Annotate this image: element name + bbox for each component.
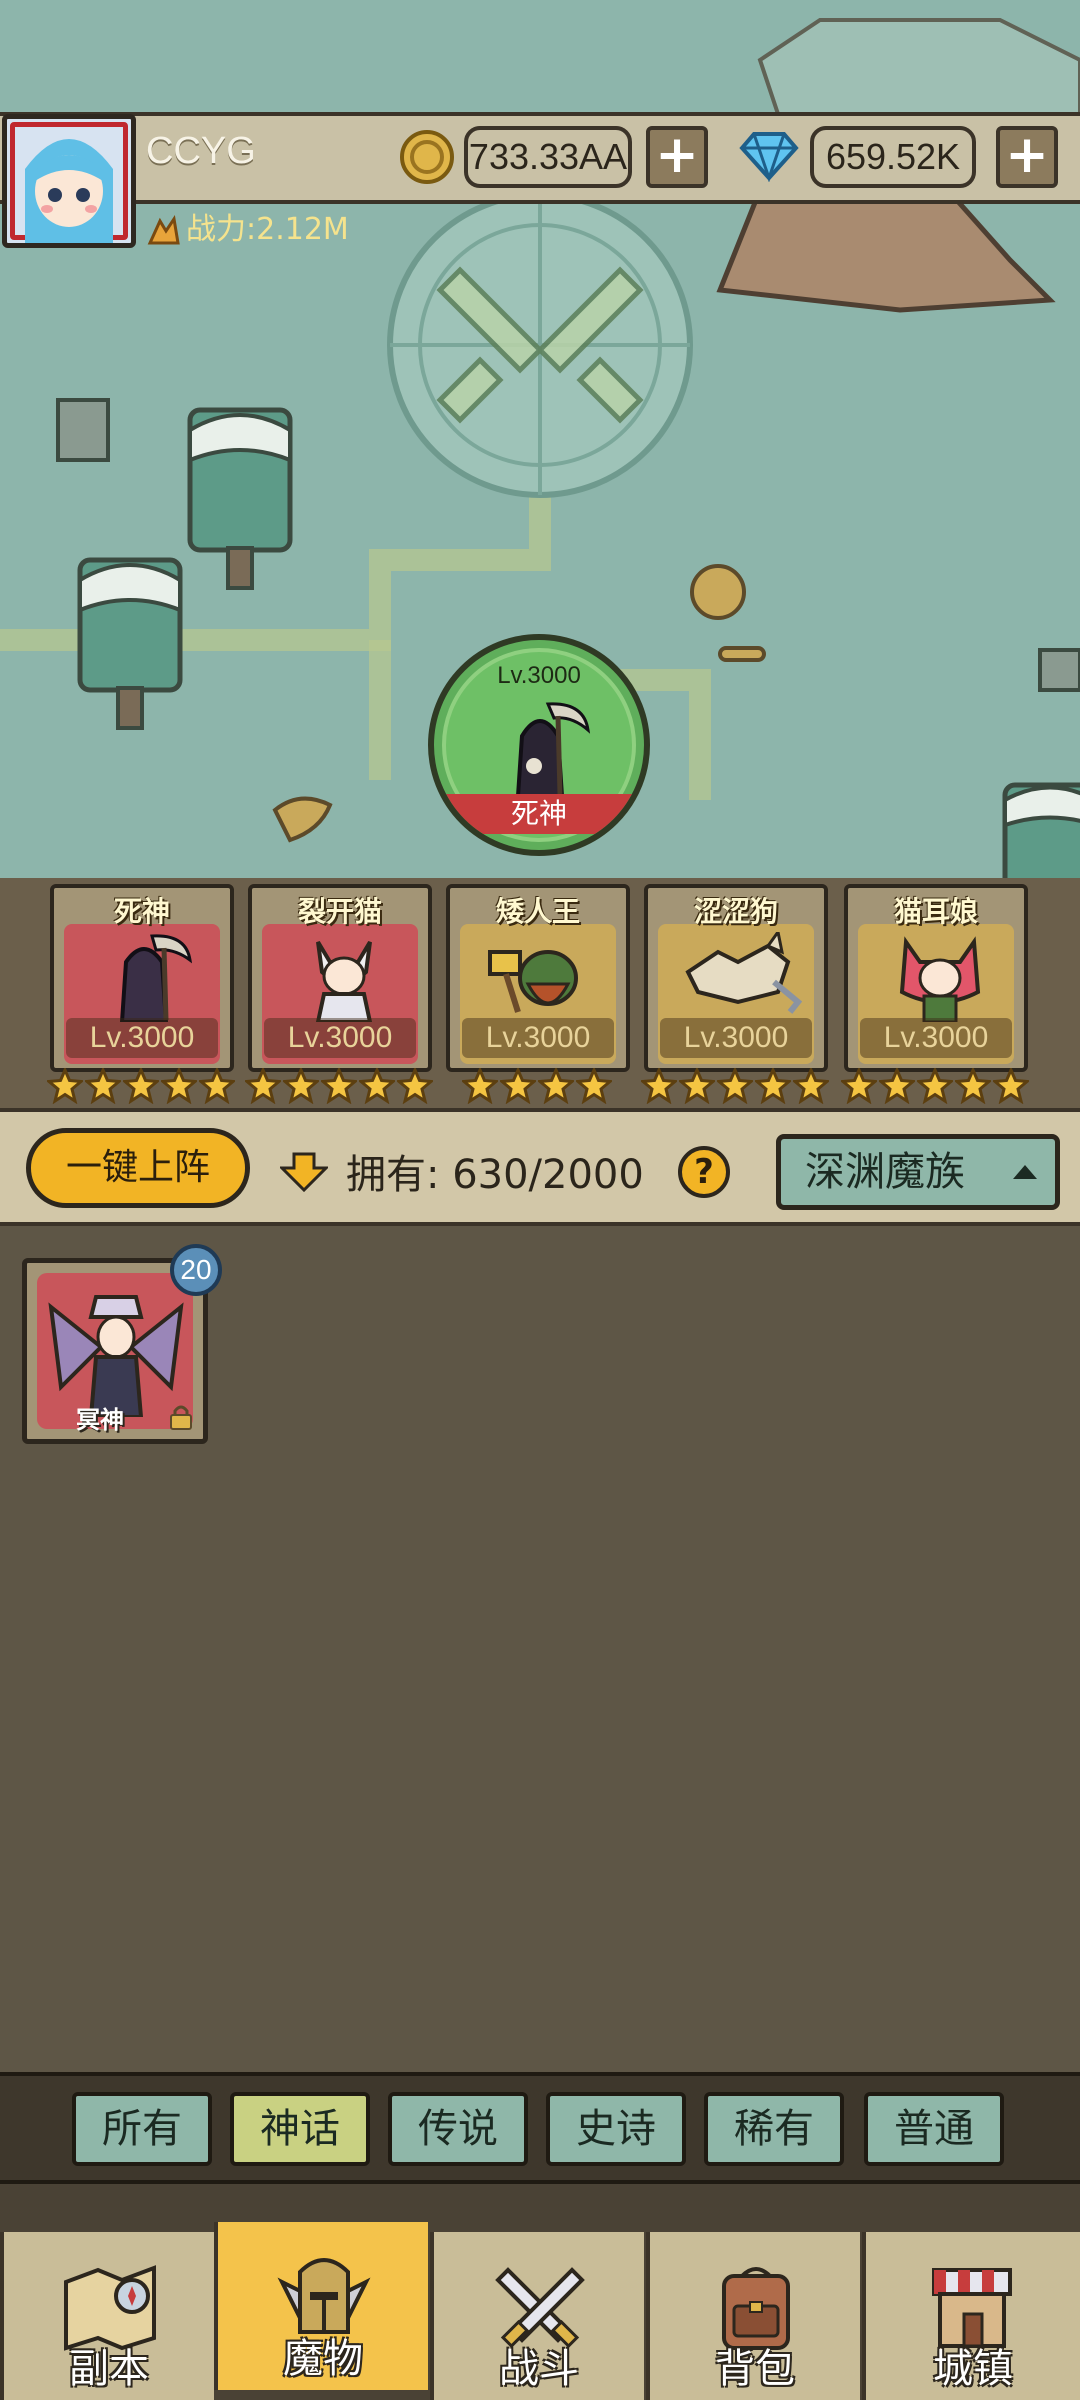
hades-sprite [48, 1295, 184, 1417]
team-monster-level: Lv.3000 [66, 1018, 218, 1058]
nav-label: 战斗 [499, 2346, 579, 2392]
filter-epic[interactable]: 史诗 [546, 2092, 686, 2166]
player-portrait [25, 139, 113, 243]
faction-selected-value: 深渊魔族 [805, 1149, 965, 1195]
nav-battle[interactable]: 战斗 [430, 2232, 644, 2400]
cat-ear-girl-sprite [899, 936, 981, 1022]
star-icon [641, 1068, 677, 1104]
team-monster-level: Lv.3000 [462, 1018, 614, 1058]
nav-label: 魔物 [283, 2336, 363, 2382]
team-monster-name: 猫耳娘 [893, 895, 978, 928]
filter-rare[interactable]: 稀有 [704, 2092, 844, 2166]
team-monster-name: 裂开猫 [297, 895, 382, 928]
filter-all[interactable]: 所有 [72, 2092, 212, 2166]
star-icon [123, 1068, 159, 1104]
team-monster-name: 矮人王 [495, 895, 580, 928]
star-icon [793, 1068, 829, 1104]
active-monster-node[interactable]: Lv.3000 死神 [428, 634, 650, 856]
team-slot-4[interactable]: 涩涩狗 Lv.3000 [644, 884, 828, 1072]
lock-icon [170, 1405, 192, 1430]
faction-dropdown[interactable]: 深渊魔族 [776, 1134, 1060, 1210]
star-icon [955, 1068, 991, 1104]
star-icon [47, 1068, 83, 1104]
monster-count-badge: 20 [170, 1244, 222, 1296]
filter-common[interactable]: 普通 [864, 2092, 1004, 2166]
star-icon [841, 1068, 877, 1104]
gold-coin-icon [400, 130, 454, 184]
owned-count-label: 拥有: 630/2000 [346, 1142, 644, 1200]
star-icon [538, 1068, 574, 1104]
team-slot-1[interactable]: 死神 Lv.3000 [50, 884, 234, 1072]
add-gold-button[interactable]: + [646, 126, 708, 188]
add-gems-button[interactable]: + [996, 126, 1058, 188]
reaper-sprite [515, 702, 591, 796]
team-monster-level: Lv.3000 [264, 1018, 416, 1058]
star-icon [359, 1068, 395, 1104]
player-avatar[interactable] [2, 114, 136, 248]
star-icon [576, 1068, 612, 1104]
caret-up-icon [1013, 1165, 1037, 1179]
gem-amount: 659.52K [810, 126, 976, 188]
monster-name: 冥神 [76, 1406, 124, 1434]
team-monster-level: Lv.3000 [660, 1018, 812, 1058]
star-icon [879, 1068, 915, 1104]
diamond-icon [739, 132, 799, 182]
active-monster-name: 死神 [434, 794, 644, 834]
combat-power-value: 战力:2.12M [186, 212, 349, 247]
star-icon [85, 1068, 121, 1104]
sort-arrow-icon[interactable] [280, 1152, 328, 1192]
team-slot-3[interactable]: 矮人王 Lv.3000 [446, 884, 630, 1072]
star-icon [397, 1068, 433, 1104]
star-icon [917, 1068, 953, 1104]
star-icon [161, 1068, 197, 1104]
star-rating [47, 1068, 235, 1108]
star-icon [245, 1068, 281, 1104]
owned-label-text: 拥有: [346, 1152, 440, 1198]
nav-backpack[interactable]: 背包 [646, 2232, 860, 2400]
cat-girl-sprite [315, 940, 373, 1022]
dwarf-king-sprite [488, 950, 578, 1013]
star-rating [462, 1068, 612, 1108]
star-icon [283, 1068, 319, 1104]
star-rating [841, 1068, 1029, 1108]
nav-label: 背包 [715, 2346, 795, 2392]
team-monster-level: Lv.3000 [860, 1018, 1012, 1058]
star-icon [199, 1068, 235, 1104]
star-icon [755, 1068, 791, 1104]
active-monster-level: Lv.3000 [497, 662, 581, 689]
filter-mythic[interactable]: 神话 [230, 2092, 370, 2166]
star-icon [321, 1068, 357, 1104]
star-icon [717, 1068, 753, 1104]
star-icon [679, 1068, 715, 1104]
star-icon [500, 1068, 536, 1104]
team-monster-name: 死神 [113, 895, 170, 928]
star-rating [245, 1068, 433, 1108]
team-monster-name: 涩涩狗 [693, 895, 778, 928]
nav-monsters[interactable]: 魔物 [214, 2222, 428, 2390]
player-name: CCYG [146, 130, 256, 172]
reaper-sprite [119, 934, 193, 1022]
star-rating [641, 1068, 829, 1108]
filter-legendary[interactable]: 传说 [388, 2092, 528, 2166]
wolf-dog-sprite [685, 932, 802, 1014]
team-slot-2[interactable]: 裂开猫 Lv.3000 [248, 884, 432, 1072]
power-icon [147, 214, 180, 244]
one-click-deploy-button[interactable]: 一键上阵 [26, 1128, 250, 1208]
nav-label: 副本 [69, 2346, 149, 2392]
team-slot-5[interactable]: 猫耳娘 Lv.3000 [844, 884, 1028, 1072]
nav-town[interactable]: 城镇 [862, 2232, 1080, 2400]
owned-count-value: 630/2000 [452, 1152, 644, 1198]
help-icon[interactable]: ? [678, 1146, 730, 1198]
gold-amount: 733.33AA [464, 126, 632, 188]
star-icon [993, 1068, 1029, 1104]
combat-power: 战力:2.12M [146, 204, 349, 248]
star-icon [462, 1068, 498, 1104]
nav-dungeon[interactable]: 副本 [0, 2232, 214, 2400]
nav-label: 城镇 [933, 2346, 1013, 2392]
